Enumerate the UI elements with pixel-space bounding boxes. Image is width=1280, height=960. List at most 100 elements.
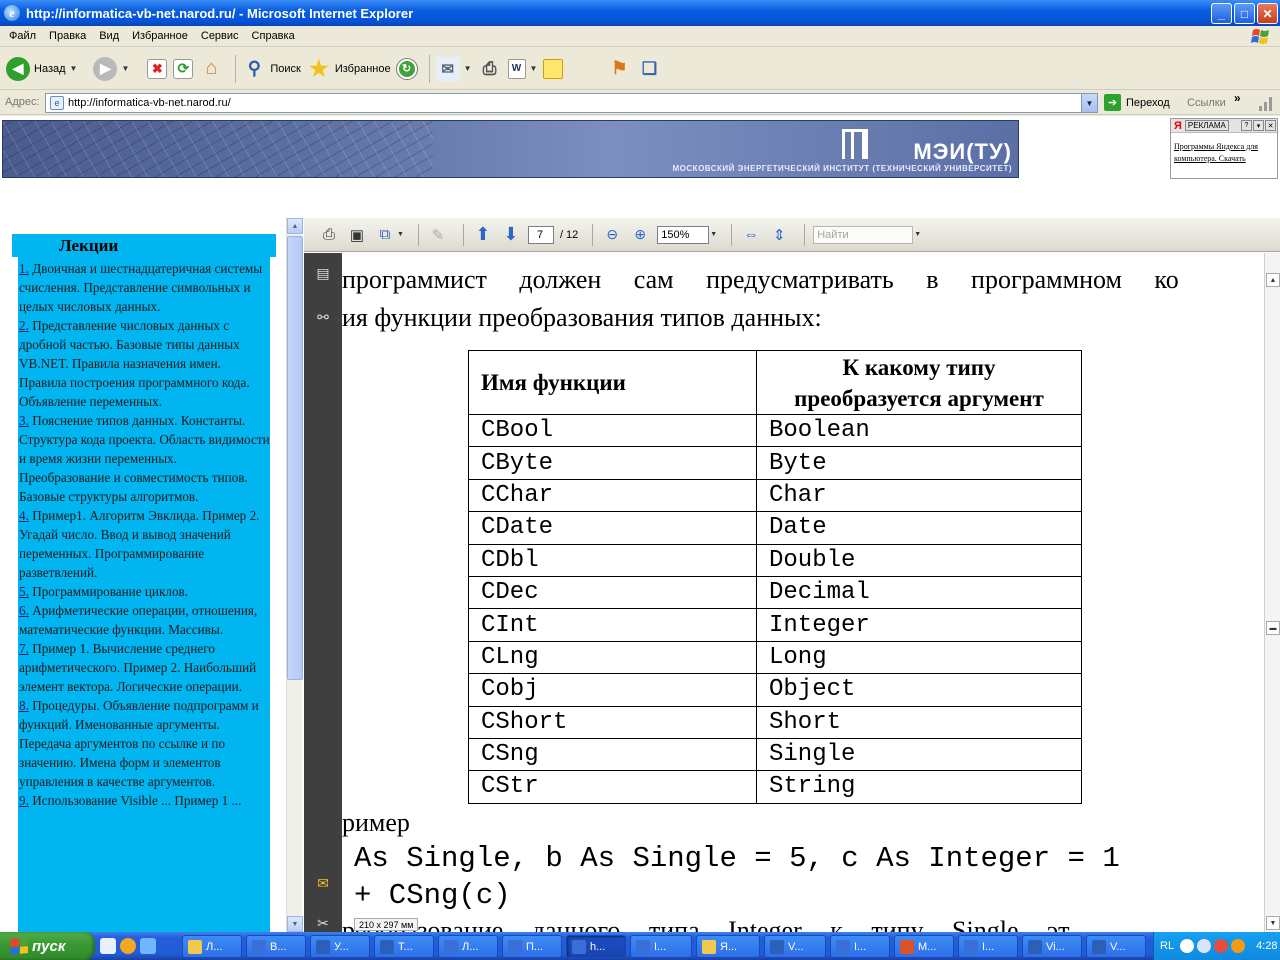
history-button[interactable]: ↻	[396, 53, 417, 85]
research-button[interactable]: ❏	[637, 53, 661, 85]
go-button[interactable]: ➔ Переход	[1104, 94, 1170, 111]
language-indicator[interactable]: RL	[1160, 940, 1174, 952]
chevron-down-icon[interactable]: ▼	[710, 231, 717, 238]
taskbar-button[interactable]: I...	[958, 935, 1018, 958]
ad-link[interactable]: Программы Яндекса для компьютера. Скачат…	[1174, 141, 1274, 165]
binoculars-icon[interactable]: ⚯	[313, 307, 333, 327]
maximize-button[interactable]: □	[1234, 3, 1255, 24]
chevron-down-icon[interactable]: ▼	[121, 64, 129, 73]
chevron-down-icon[interactable]: ▼	[70, 64, 78, 73]
home-button[interactable]: ⌂	[199, 53, 223, 85]
close-icon[interactable]: ✕	[1265, 120, 1276, 131]
taskbar-button[interactable]: Л...	[182, 935, 242, 958]
scroll-thumb[interactable]: ▬	[1266, 621, 1280, 635]
chevron-down-icon[interactable]: ▼	[530, 64, 538, 73]
chevron-down-icon[interactable]: ▼	[397, 231, 404, 238]
scroll-up-icon[interactable]: ▲	[287, 218, 303, 234]
list-item[interactable]: 8. Процедуры. Объявление подпрограмм и ф…	[19, 698, 259, 789]
taskbar-button[interactable]: Т...	[374, 935, 434, 958]
taskbar-button[interactable]: У...	[310, 935, 370, 958]
update-icon[interactable]	[1231, 939, 1246, 953]
scroll-down-icon[interactable]: ▼	[287, 916, 303, 932]
taskbar-button[interactable]: П...	[502, 935, 562, 958]
pdf-sign-button[interactable]: ✎	[427, 224, 449, 246]
chevron-right-icon[interactable]: »	[1234, 91, 1241, 105]
list-item[interactable]: 5. Программирование циклов.	[19, 584, 188, 599]
list-item[interactable]: 1. Двоичная и шестнадцатеричная системы …	[19, 261, 262, 314]
taskbar-button[interactable]: Я...	[696, 935, 760, 958]
stop-button[interactable]: ✖	[147, 53, 168, 85]
links-label[interactable]: Ссылки	[1187, 97, 1226, 109]
taskbar-button[interactable]: В...	[246, 935, 306, 958]
zoom-value[interactable]: 150%	[657, 225, 710, 244]
ie-icon[interactable]	[100, 938, 116, 954]
attachment-icon[interactable]: ✂	[313, 913, 333, 932]
page-number-field[interactable]: 7 / 12	[527, 225, 578, 244]
taskbar-button[interactable]: I...	[830, 935, 890, 958]
list-item[interactable]: 6. Арифметические операции, отношения, м…	[19, 603, 257, 637]
taskbar-button[interactable]: Vi...	[1022, 935, 1082, 958]
taskbar-button[interactable]: I...	[630, 935, 692, 958]
scroll-down-icon[interactable]: ▼	[1266, 916, 1280, 930]
list-item[interactable]: 4. Пример1. Алгоритм Эвклида. Пример 2. …	[19, 508, 259, 580]
pdf-save-button[interactable]: ▣	[346, 224, 368, 246]
close-button[interactable]: ✕	[1257, 3, 1278, 24]
pdf-scrollbar[interactable]: ▲ ▬ ▼	[1264, 253, 1280, 932]
back-button[interactable]: ◀ Назад ▼	[6, 53, 77, 85]
address-url[interactable]: http://informatica-vb-net.narod.ru/	[68, 97, 231, 109]
search-button[interactable]: ⚲ Поиск	[242, 53, 301, 85]
back-tray-icon[interactable]	[1180, 939, 1195, 953]
chevron-down-icon[interactable]: ▼	[464, 64, 472, 73]
page-scrollbar[interactable]: ▲ ▼	[286, 218, 303, 932]
forward-button[interactable]: ▶ ▼	[93, 53, 129, 85]
favorites-button[interactable]: ★ Избранное	[307, 53, 391, 85]
taskbar-button[interactable]: V...	[764, 935, 826, 958]
find-input[interactable]: Найти	[813, 225, 914, 244]
start-button[interactable]: пуск	[0, 932, 95, 960]
messenger-button[interactable]: ⚑	[607, 53, 631, 85]
minimize-button[interactable]: _	[1211, 3, 1232, 24]
prev-page-button[interactable]: ⬆	[472, 224, 494, 246]
mail-button[interactable]: ✉ ▼	[435, 53, 472, 85]
edit-button[interactable]: W ▼	[507, 53, 538, 85]
pages-icon[interactable]: ▤	[313, 263, 333, 283]
list-item[interactable]: 9. Использование Visible ... Пример 1 ..…	[19, 793, 241, 808]
help-icon[interactable]: ?	[1241, 120, 1252, 131]
find-field[interactable]: Найти ▼	[813, 225, 921, 244]
taskbar-button[interactable]: М...	[894, 935, 954, 958]
media-icon[interactable]	[140, 938, 156, 954]
chevron-down-icon[interactable]: ▾	[1253, 120, 1264, 131]
list-item[interactable]: 3. Пояснение типов данных. Константы. Ст…	[19, 413, 270, 504]
pdf-print-button[interactable]: ⎙	[318, 224, 340, 246]
menu-view[interactable]: Вид	[94, 30, 127, 42]
list-item[interactable]: 7. Пример 1. Вычисление среднего арифмет…	[19, 641, 256, 694]
menu-help[interactable]: Справка	[247, 30, 303, 42]
zoom-select[interactable]: 150% ▼	[657, 225, 717, 244]
page-number-input[interactable]: 7	[527, 225, 554, 244]
print-button[interactable]: ⎙	[478, 53, 502, 85]
address-input[interactable]: e http://informatica-vb-net.narod.ru/ ▼	[45, 93, 1098, 113]
chevron-down-icon[interactable]: ▼	[914, 231, 921, 238]
menu-favorites[interactable]: Избранное	[127, 30, 196, 42]
notes-button[interactable]	[543, 53, 564, 85]
zoom-out-button[interactable]: ⊖	[601, 224, 623, 246]
menu-file[interactable]: Файл	[4, 30, 44, 42]
taskbar-button[interactable]: h...	[566, 935, 626, 958]
scroll-thumb[interactable]	[287, 236, 303, 680]
refresh-button[interactable]: ⟳	[173, 53, 194, 85]
fit-width-button[interactable]: ⇔	[740, 224, 762, 246]
pdf-share-button[interactable]: ⧉ ▼	[374, 224, 404, 246]
zoom-in-button[interactable]: ⊕	[629, 224, 651, 246]
comments-icon[interactable]: ✉	[313, 873, 333, 893]
list-item[interactable]: 2. Представление числовых данных с дробн…	[19, 318, 250, 409]
chevron-down-icon[interactable]: ▼	[1081, 94, 1097, 112]
network-icon[interactable]	[1197, 939, 1212, 953]
fit-page-button[interactable]: ⇕	[768, 224, 790, 246]
taskbar-button[interactable]: V...	[1086, 935, 1146, 958]
menu-tools[interactable]: Сервис	[196, 30, 247, 42]
menu-edit[interactable]: Правка	[44, 30, 94, 42]
next-page-button[interactable]: ⬇	[500, 224, 522, 246]
antivirus-icon[interactable]	[1214, 939, 1229, 953]
browser-icon[interactable]	[120, 938, 136, 954]
taskbar-button[interactable]: Л...	[438, 935, 498, 958]
